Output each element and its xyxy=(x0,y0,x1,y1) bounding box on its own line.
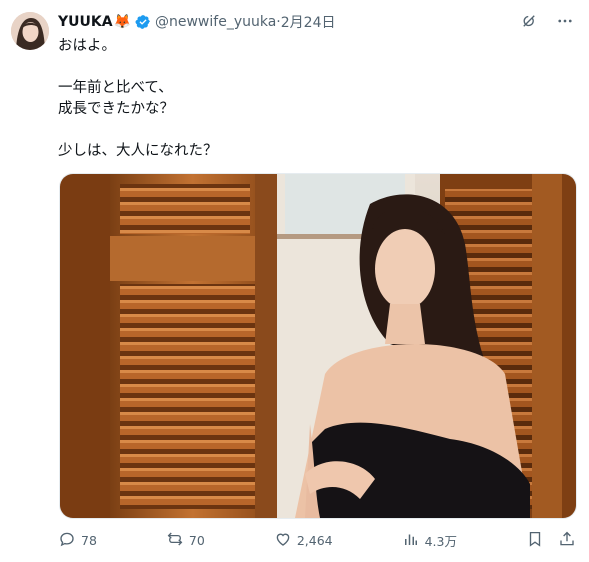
share-icon[interactable] xyxy=(558,530,576,551)
more-icon[interactable] xyxy=(555,11,575,31)
top-actions xyxy=(519,11,575,31)
reply-icon xyxy=(58,530,76,551)
secondary-actions xyxy=(526,530,576,551)
repost-count: 70 xyxy=(188,532,205,548)
author-emoji: 🦊 xyxy=(113,14,131,30)
views-icon xyxy=(402,530,420,551)
author-name[interactable]: YUUKA xyxy=(58,14,113,30)
reply-count: 78 xyxy=(81,532,97,548)
like-count: 2,464 xyxy=(296,532,333,548)
tweet-actions: 78 70 2,464 4.3万 xyxy=(58,528,576,552)
tweet-date[interactable]: 2月24日 xyxy=(281,12,336,32)
repost-button[interactable]: 70 xyxy=(166,530,205,551)
like-icon xyxy=(274,530,292,551)
verified-badge-icon[interactable] xyxy=(135,14,151,30)
author-handle[interactable]: @newwife_yuuka xyxy=(155,14,276,30)
views-count: 4.3万 xyxy=(424,533,457,549)
bookmark-icon[interactable] xyxy=(526,530,544,551)
grok-icon[interactable] xyxy=(519,11,539,31)
tweet-header: YUUKA 🦊 @newwife_yuuka · 2月24日 xyxy=(58,12,335,32)
avatar-image xyxy=(11,12,49,50)
avatar[interactable] xyxy=(11,12,49,50)
tweet-photo[interactable] xyxy=(59,173,577,519)
repost-icon xyxy=(166,530,184,551)
like-button[interactable]: 2,464 xyxy=(274,530,333,551)
views-button[interactable]: 4.3万 xyxy=(402,530,457,551)
reply-button[interactable]: 78 xyxy=(58,530,97,551)
tweet-text: おはよ。 一年前と比べて、 成長できたかな？ 少しは、大人になれた？ xyxy=(58,38,218,159)
photo-image xyxy=(60,174,576,518)
